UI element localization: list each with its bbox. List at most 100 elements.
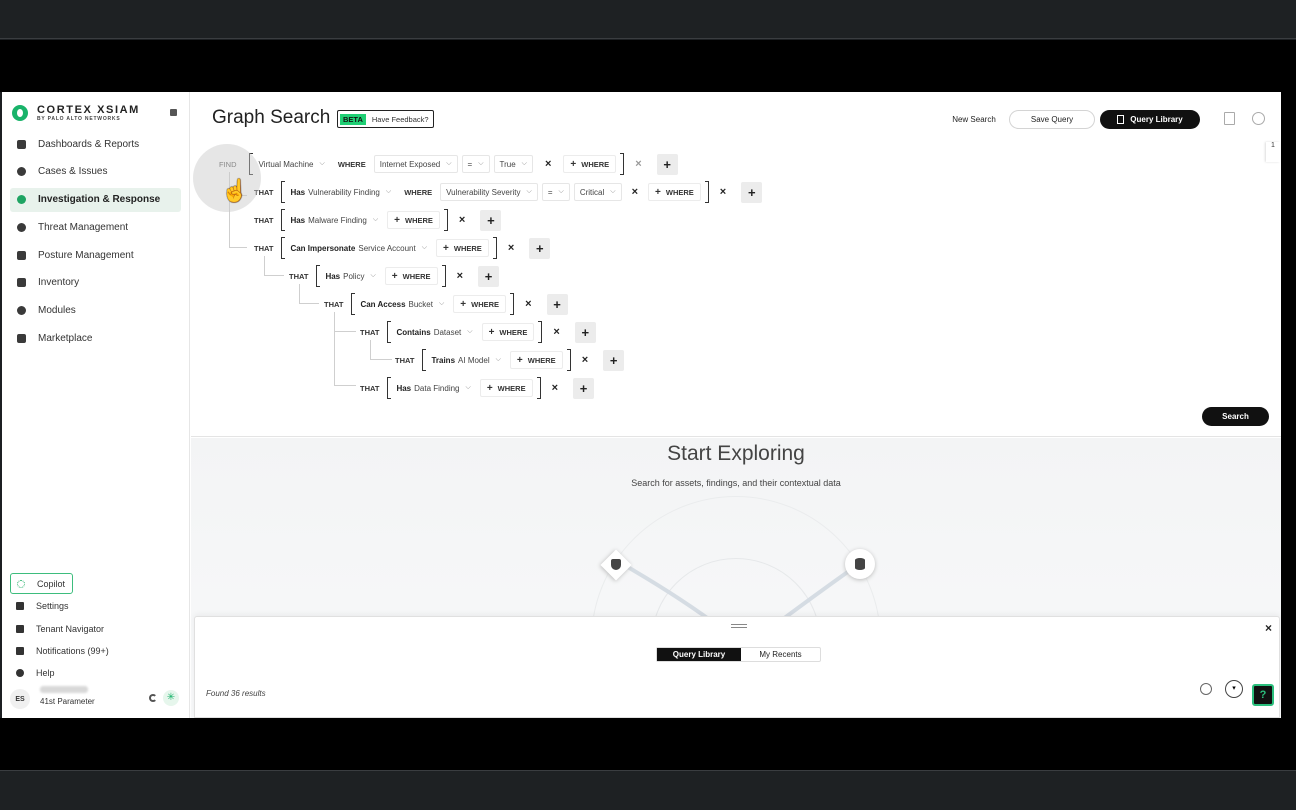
brand-logo[interactable]: CORTEX XSIAM BY PALO ALTO NETWORKS	[12, 104, 140, 122]
value-select[interactable]: Critical ⌵	[573, 183, 622, 201]
value-select[interactable]: True ⌵	[493, 155, 533, 173]
where-keyword: WHERE	[337, 159, 366, 169]
entity-select[interactable]: Virtual Machine ⌵	[257, 155, 330, 173]
search-button[interactable]: Search	[1202, 407, 1269, 426]
new-search-button[interactable]: New Search	[946, 110, 1002, 129]
sidebar-item-dashboards[interactable]: Dashboards & Reports	[10, 132, 181, 156]
copilot-button[interactable]: Copilot	[10, 573, 73, 594]
close-icon[interactable]: ×	[457, 270, 463, 282]
relation-select[interactable]: Has Policy ⌵	[324, 267, 380, 285]
add-relation-button[interactable]: +	[741, 181, 763, 203]
chevron-down-icon: ⌵	[478, 160, 484, 167]
bracket-close	[441, 265, 446, 287]
add-where-button[interactable]: + WHERE	[563, 155, 617, 173]
help-link[interactable]: Help	[10, 662, 181, 684]
close-icon[interactable]: ×	[553, 326, 559, 338]
add-where-button[interactable]: + WHERE	[387, 211, 440, 229]
help-button[interactable]: ?	[1252, 684, 1274, 706]
query-library-button[interactable]: Query Library	[1100, 110, 1200, 129]
notifications-link[interactable]: Notifications (99+)	[10, 640, 181, 662]
sidebar-item-marketplace[interactable]: Marketplace	[10, 327, 181, 351]
add-where-button[interactable]: + WHERE	[479, 379, 533, 397]
reset-icon[interactable]	[1200, 683, 1212, 695]
add-where-button[interactable]: + WHERE	[481, 323, 535, 341]
query-builder-panel: Graph Search BETA Have Feedback? New Sea…	[191, 92, 1281, 437]
query-library-drawer: × Query Library My Recents Found 36 resu…	[194, 616, 1280, 718]
relation-verb: Can Impersonate	[290, 243, 356, 253]
relation-select[interactable]: Can Impersonate Service Account ⌵	[289, 239, 432, 257]
close-icon[interactable]: ×	[720, 186, 726, 198]
add-where-button[interactable]: + WHERE	[648, 183, 701, 201]
close-icon[interactable]: ×	[508, 242, 514, 254]
relation-verb: Has	[290, 215, 306, 225]
field-select[interactable]: Vulnerability Severity ⌵	[440, 183, 538, 201]
that-keyword: THAT	[360, 383, 380, 393]
field-select[interactable]: Internet Exposed ⌵	[373, 155, 458, 173]
sidebar-item-inventory[interactable]: Inventory	[10, 271, 181, 295]
add-where-label: WHERE	[402, 271, 431, 281]
refresh-icon[interactable]	[1252, 112, 1265, 125]
operator-select[interactable]: = ⌵	[541, 183, 570, 201]
sidebar-item-cases[interactable]: Cases & Issues	[10, 160, 181, 184]
relation-select[interactable]: Has Vulnerability Finding ⌵	[289, 183, 396, 201]
add-relation-button[interactable]: +	[573, 377, 595, 399]
user-profile[interactable]: ES 41st Parameter ✳	[10, 686, 181, 710]
add-where-button[interactable]: + WHERE	[453, 295, 507, 313]
save-query-button[interactable]: Save Query	[1009, 110, 1095, 129]
feedback-link[interactable]: Have Feedback?	[372, 115, 429, 124]
bracket-open	[387, 321, 392, 343]
close-icon[interactable]: ×	[1265, 621, 1272, 635]
sidebar-item-modules[interactable]: Modules	[10, 299, 181, 323]
letterbox-bottom	[0, 718, 1296, 770]
sidebar-item-investigation[interactable]: Investigation & Response	[10, 187, 181, 212]
sun-icon[interactable]: ✳	[163, 690, 179, 706]
sort-dropdown-button[interactable]: ▾	[1225, 680, 1243, 698]
add-where-button[interactable]: + WHERE	[384, 267, 438, 285]
relation-select[interactable]: Contains Dataset ⌵	[395, 323, 477, 341]
tenant-navigator-link[interactable]: Tenant Navigator	[10, 617, 181, 639]
relation-select[interactable]: Can Access Bucket ⌵	[359, 295, 449, 313]
export-icon[interactable]	[1224, 112, 1235, 125]
chevron-down-icon: ⌵	[526, 188, 532, 195]
add-relation-button[interactable]: +	[656, 153, 678, 175]
sidebar-item-posture[interactable]: Posture Management	[10, 243, 181, 267]
remove-condition-icon[interactable]: ×	[545, 158, 551, 170]
plus-icon: +	[391, 270, 398, 282]
lock-icon[interactable]	[170, 109, 177, 116]
add-where-button[interactable]: + WHERE	[509, 351, 563, 369]
close-icon[interactable]: ×	[582, 354, 588, 366]
drag-handle[interactable]	[731, 624, 747, 628]
bracket-close	[620, 153, 625, 175]
moon-icon[interactable]	[149, 694, 157, 702]
close-icon[interactable]: ×	[552, 382, 558, 394]
scroll-indicator[interactable]: 1	[1266, 142, 1280, 162]
relation-select[interactable]: Trains AI Model ⌵	[430, 351, 505, 369]
sidebar-item-label: Marketplace	[38, 333, 93, 345]
add-relation-button[interactable]: +	[480, 209, 502, 231]
tab-my-recents[interactable]: My Recents	[741, 648, 820, 661]
database-icon	[855, 558, 865, 570]
bracket-close	[536, 377, 541, 399]
add-relation-button[interactable]: +	[603, 349, 625, 371]
chevron-down-icon: ⌵	[370, 272, 376, 279]
bracket-open	[387, 377, 392, 399]
feedback-badge[interactable]: BETA Have Feedback?	[337, 110, 434, 128]
close-icon[interactable]: ×	[525, 298, 531, 310]
sidebar-item-threat[interactable]: Threat Management	[10, 215, 181, 239]
chevron-down-icon: ⌵	[521, 160, 527, 167]
settings-link[interactable]: Settings	[10, 595, 181, 617]
remove-condition-icon[interactable]: ×	[632, 186, 638, 198]
relation-select[interactable]: Has Malware Finding ⌵	[289, 211, 383, 229]
add-relation-button[interactable]: +	[478, 265, 499, 287]
query-row: THAT Has Malware Finding ⌵ + WHERE × +	[254, 209, 502, 231]
tab-query-library[interactable]: Query Library	[657, 648, 741, 661]
relation-select[interactable]: Has Data Finding ⌵	[395, 379, 475, 397]
add-relation-button[interactable]: +	[546, 293, 568, 315]
close-icon[interactable]: ×	[459, 214, 465, 226]
add-relation-button[interactable]: +	[529, 237, 551, 259]
operator-select[interactable]: = ⌵	[461, 155, 490, 173]
add-where-button[interactable]: + WHERE	[436, 239, 489, 257]
add-relation-button[interactable]: +	[574, 321, 596, 343]
outer-bottom-bar	[0, 770, 1296, 810]
close-icon[interactable]: ×	[635, 158, 641, 170]
